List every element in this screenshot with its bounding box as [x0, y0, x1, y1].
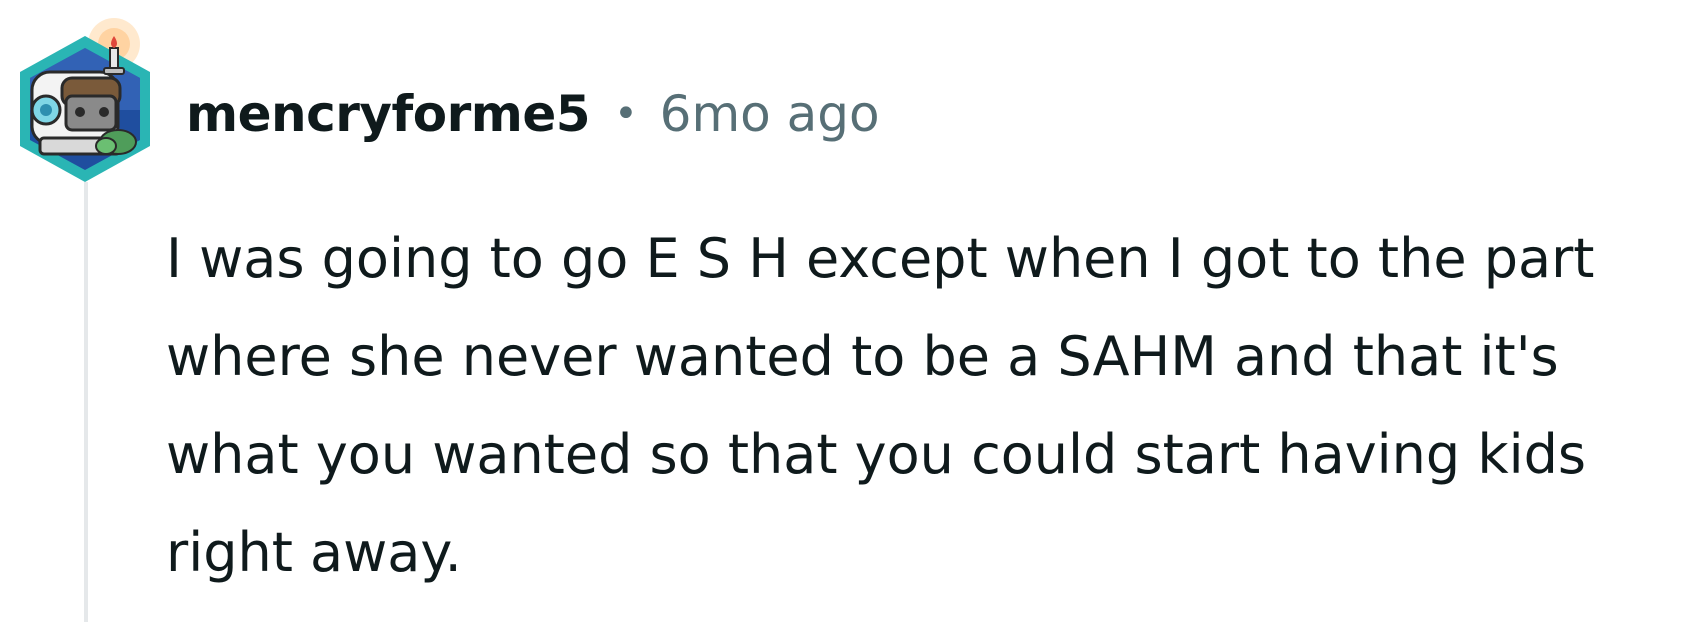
thread-line[interactable]	[84, 182, 88, 622]
comment-body: I was going to go E S H except when I go…	[166, 227, 1595, 584]
user-avatar[interactable]	[10, 14, 160, 190]
meta-separator: •	[614, 91, 638, 137]
comment: mencryforme5 • 6mo ago I was going to go…	[0, 0, 1690, 622]
snoo-avatar-icon	[20, 18, 150, 182]
username-link[interactable]: mencryforme5	[186, 85, 591, 143]
comment-header: mencryforme5 • 6mo ago	[186, 78, 880, 150]
timestamp[interactable]: 6mo ago	[660, 85, 880, 143]
